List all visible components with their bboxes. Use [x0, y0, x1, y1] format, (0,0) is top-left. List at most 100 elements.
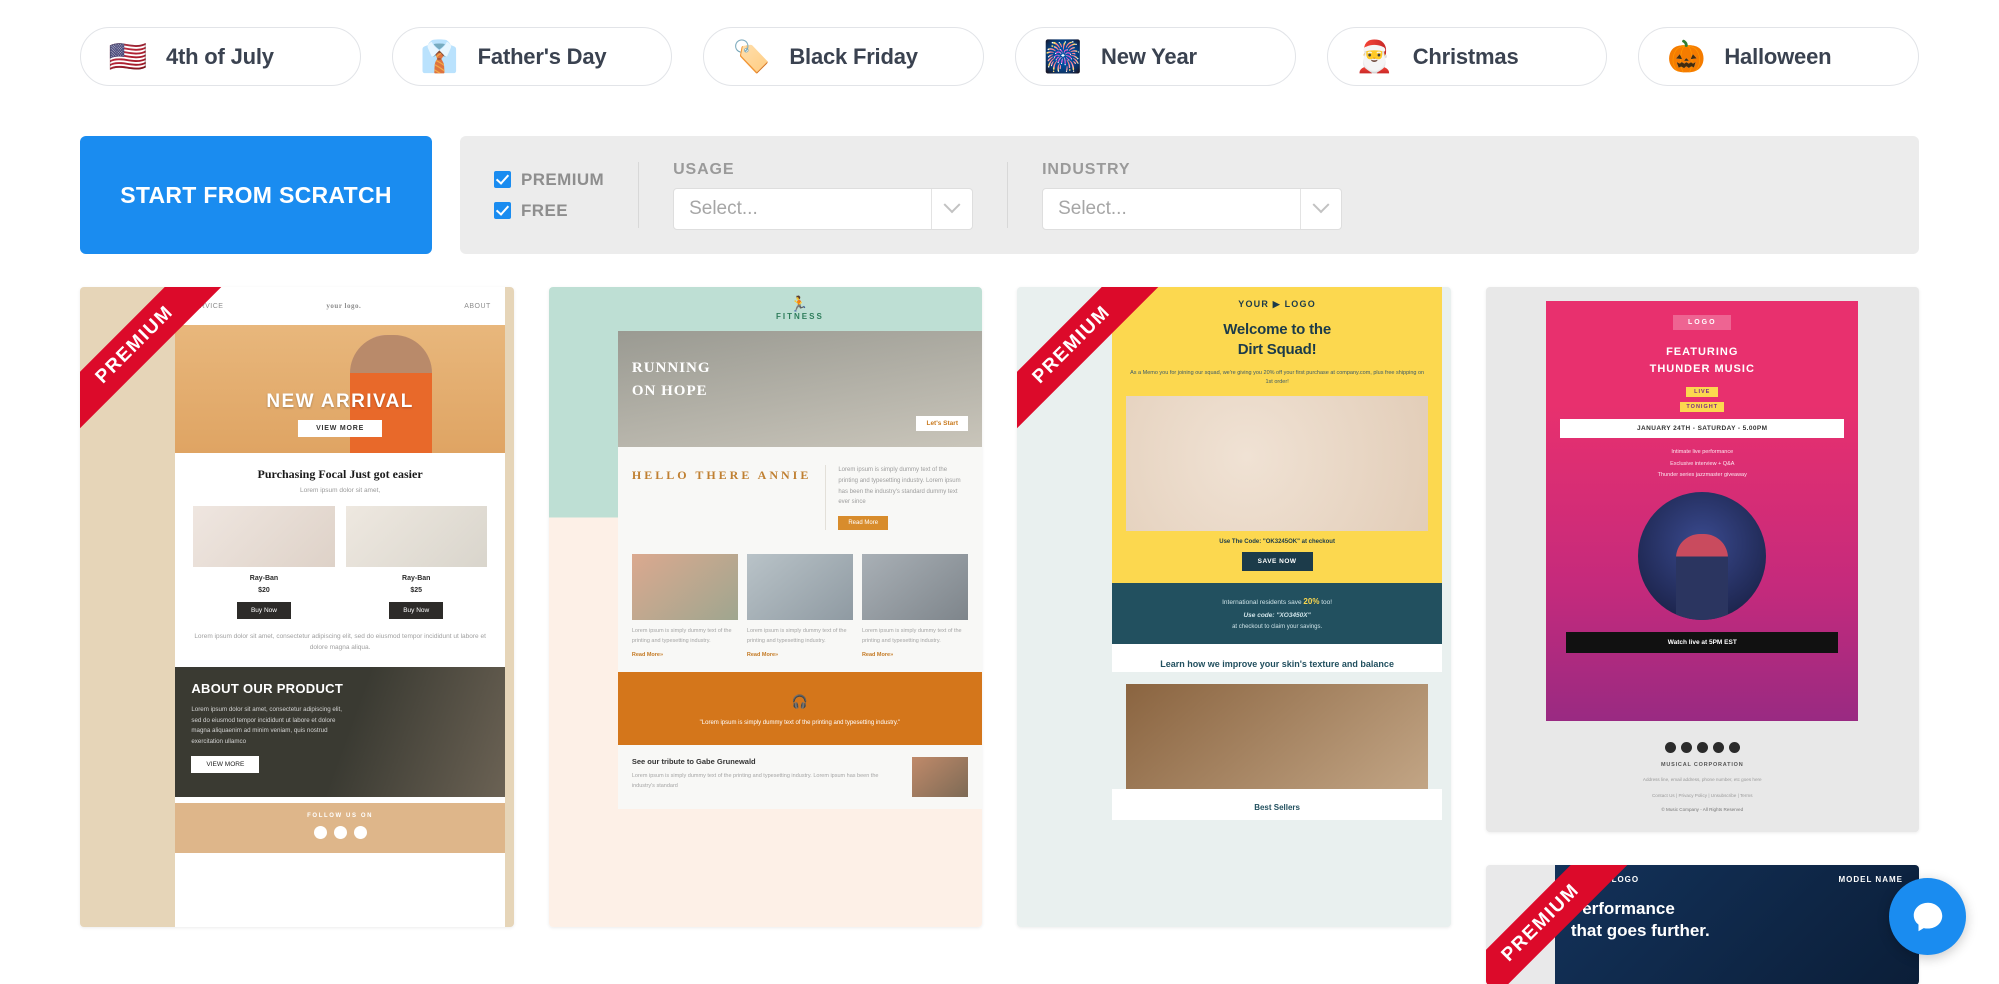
section-subtext: Lorem ipsum dolor sit amet,	[300, 487, 381, 494]
product-price: $20	[258, 587, 270, 594]
event-date: JANUARY 24TH - SATURDAY - 5.00PM	[1560, 419, 1845, 438]
template-footer: FOLLOW US ON	[175, 803, 505, 854]
template-card-performance-tech[interactable]: PREMIUM YOUR ▶ LOGO MODEL NAME Performan…	[1485, 865, 1919, 984]
linkedin-icon	[1696, 741, 1708, 753]
industry-select[interactable]: Select...	[1042, 187, 1343, 230]
international-promo-section: International residents save 20% too! Us…	[1112, 583, 1442, 645]
best-sellers-heading: Best Sellers	[1112, 788, 1442, 820]
black-friday-badge-icon: 🏷️	[732, 39, 771, 74]
chat-launcher-button[interactable]	[1889, 878, 1966, 955]
product-name: Ray-Ban	[402, 575, 431, 582]
holiday-pill-label: New Year	[1101, 43, 1197, 69]
template-card-fitness-running-on-hope[interactable]: 🏃 FITNESS RUNNING ON HOPE Let's Start HE…	[548, 287, 982, 927]
gallery-column: PREMIUM SERVICE your logo. ABOUT NEW ARR…	[80, 287, 514, 927]
holiday-pill-fathers-day[interactable]: 👔 Father's Day	[391, 27, 673, 86]
template-card-thunder-music-event[interactable]: LOGO FEATURING THUNDER MUSIC LIVE TONIGH…	[1485, 287, 1919, 832]
template-logo: your logo.	[326, 302, 362, 310]
holiday-pill-new-year[interactable]: 🎆 New Year	[1015, 27, 1296, 86]
product-flatlay-image	[1126, 396, 1428, 532]
twitter-icon	[1680, 741, 1692, 753]
twitter-icon	[353, 826, 367, 840]
chevron-down-icon[interactable]	[932, 195, 972, 215]
usage-select-value: Select...	[689, 197, 758, 219]
product-image	[193, 506, 335, 567]
about-cta-button: VIEW MORE	[191, 756, 260, 774]
template-card-dirt-squad-skincare[interactable]: PREMIUM YOUR ▶ LOGO Welcome to the Dirt …	[1017, 287, 1451, 927]
intl-code: Use code: "XO3450X"	[1243, 612, 1311, 620]
template-hero: NEW ARRIVAL VIEW MORE	[175, 325, 505, 453]
checkbox-premium[interactable]: PREMIUM	[494, 170, 604, 190]
template-preview: YOUR ▶ LOGO Welcome to the Dirt Squad! A…	[1017, 287, 1451, 927]
hero-title: RUNNING ON HOPE	[632, 357, 711, 402]
holiday-pill-label: 4th of July	[166, 43, 274, 69]
start-from-scratch-button[interactable]: START FROM SCRATCH	[80, 136, 432, 254]
checkbox-checked-icon[interactable]	[494, 202, 511, 219]
column-item: Lorem ipsum is simply dummy text of the …	[746, 554, 853, 658]
gallery-column: 🏃 FITNESS RUNNING ON HOPE Let's Start HE…	[548, 287, 982, 927]
template-quote-section: 🎧 "Lorem ipsum is simply dummy text of t…	[617, 681, 982, 745]
hero-title-line1: RUNNING	[631, 360, 711, 376]
us-flag-icon: 🇺🇸	[108, 39, 148, 74]
event-bullets: Intimate live performance Exclusive inte…	[1546, 447, 1858, 482]
template-logo: 🏃 FITNESS	[618, 287, 982, 321]
hero-title-line1: Welcome to the	[1223, 321, 1331, 338]
filter-panel: PREMIUM FREE USAGE Select... INDUSTRY Se…	[460, 136, 1919, 254]
nav-model-name: MODEL NAME	[1838, 875, 1903, 884]
usage-filter-label: USAGE	[673, 160, 735, 178]
corporation-label: MUSICAL CORPORATION	[1660, 761, 1744, 768]
chevron-down-icon[interactable]	[1301, 195, 1341, 215]
promo-code-section: Use The Code: "OK3245OK" at checkout SAV…	[1112, 531, 1442, 584]
gallery-column: PREMIUM YOUR ▶ LOGO Welcome to the Dirt …	[1017, 287, 1451, 927]
template-product-section: Purchasing Focal Just got easier Lorem i…	[175, 453, 505, 668]
holiday-pill-label: Halloween	[1724, 43, 1832, 69]
column-image	[861, 554, 968, 621]
promo-code-text: Use The Code: "OK3245OK" at checkout	[1219, 539, 1335, 546]
holiday-pill-4th-of-july[interactable]: 🇺🇸 4th of July	[80, 27, 361, 86]
wave-divider	[617, 671, 982, 682]
column-image	[631, 554, 738, 621]
template-nav: SERVICE your logo. ABOUT	[175, 287, 505, 325]
tribute-title: See our tribute to Gabe Grunewald	[631, 756, 756, 766]
tribute-image	[912, 756, 968, 797]
template-preview: 🏃 FITNESS RUNNING ON HOPE Let's Start HE…	[549, 287, 982, 927]
chat-bubble-icon	[1913, 902, 1942, 931]
checkbox-checked-icon[interactable]	[494, 171, 511, 188]
section-note: Lorem ipsum dolor sit amet, consectetur …	[194, 633, 486, 652]
usage-filter-group: USAGE Select...	[639, 160, 974, 230]
holiday-pill-christmas[interactable]: 🎅 Christmas	[1326, 27, 1608, 86]
holiday-pill-black-friday[interactable]: 🏷️ Black Friday	[703, 27, 985, 86]
template-preview: SERVICE your logo. ABOUT NEW ARRIVAL VIE…	[80, 287, 514, 927]
checkbox-free[interactable]: FREE	[494, 201, 604, 221]
hero-cta-button: Let's Start	[916, 416, 968, 431]
facebook-icon	[313, 826, 327, 840]
usage-select[interactable]: Select...	[673, 187, 974, 230]
column-body: Lorem ipsum is simply dummy text of the …	[861, 628, 962, 645]
tribute-body: Lorem ipsum is simply dummy text of the …	[631, 772, 879, 789]
column-image	[746, 554, 853, 621]
man-in-suit-icon: 👔	[420, 39, 459, 74]
hero-title-line2: ON HOPE	[631, 382, 708, 399]
industry-filter-group: INDUSTRY Select...	[1008, 161, 1343, 230]
holiday-pill-halloween[interactable]: 🎃 Halloween	[1638, 27, 1920, 86]
facebook-icon	[1664, 741, 1676, 753]
youtube-icon	[1728, 741, 1740, 753]
checkbox-free-label: FREE	[521, 200, 568, 220]
template-logo: YOUR ▶ LOGO	[1238, 299, 1316, 309]
template-about-section: ABOUT OUR PRODUCT Lorem ipsum dolor sit …	[175, 667, 505, 798]
product-item: Ray-Ban $20 Buy Now	[193, 506, 335, 619]
pricing-checkbox-group: PREMIUM FREE	[494, 170, 638, 221]
save-now-button: SAVE NOW	[1241, 552, 1313, 572]
section-heading: Purchasing Focal Just got easier	[257, 467, 423, 481]
hero-title: Performance that goes further.	[1555, 884, 1919, 942]
gallery-column: LOGO FEATURING THUNDER MUSIC LIVE TONIGH…	[1485, 287, 1919, 984]
bullet-item: Intimate live performance	[1671, 449, 1734, 455]
about-body: Lorem ipsum dolor sit amet, consectetur …	[191, 706, 342, 745]
logo-label: FITNESS	[776, 312, 824, 321]
greeting-body: Lorem ipsum is simply dummy text of the …	[838, 467, 961, 506]
hero-title: NEW ARRIVAL	[266, 391, 414, 412]
column-link: Read More»	[861, 651, 894, 658]
column-item: Lorem ipsum is simply dummy text of the …	[631, 554, 738, 658]
template-gallery-grid: PREMIUM SERVICE your logo. ABOUT NEW ARR…	[0, 254, 1999, 984]
intl-line1: International residents save	[1222, 599, 1302, 607]
template-card-fashion-new-arrival[interactable]: PREMIUM SERVICE your logo. ABOUT NEW ARR…	[80, 287, 514, 927]
